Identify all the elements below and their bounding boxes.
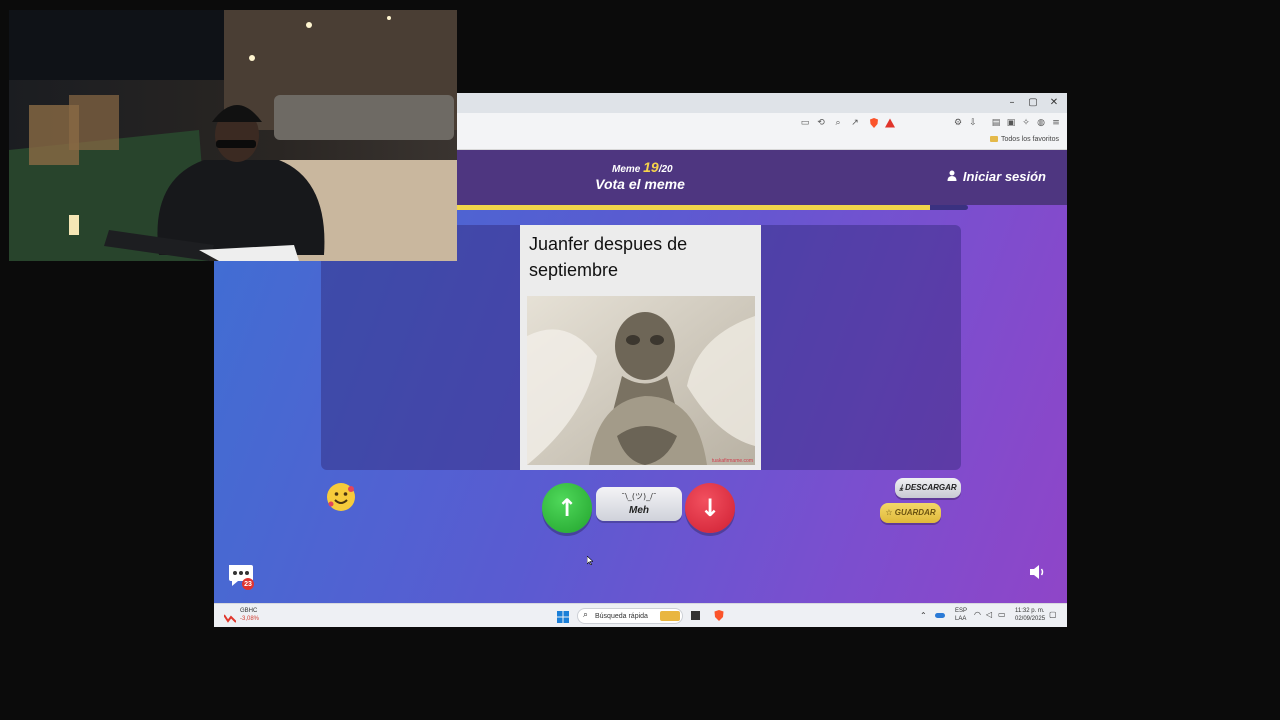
brave-taskbar-icon[interactable]: [713, 609, 725, 627]
sidebar-icon[interactable]: ▤: [990, 117, 1002, 129]
speaker-icon[interactable]: [1028, 562, 1048, 582]
meme-caption: Juanfer despues de septiembre: [529, 234, 688, 280]
meh-label: Meh: [629, 505, 649, 516]
wallet-icon[interactable]: ▣: [1005, 117, 1017, 129]
search-icon: ⌕: [583, 610, 589, 620]
webcam-overlay: [9, 10, 457, 261]
stream-frame: – ▢ ✕ ▭ ⟲ ⌕ ↗ ⚙ ⇩ ▤ ▣ ✧ ◍ ≡ Todos los fa…: [0, 0, 1280, 720]
bookmarks-folder-label: Todos los favoritos: [1001, 136, 1059, 143]
chevron-up-icon[interactable]: ⌃: [920, 612, 927, 620]
menu-icon[interactable]: ≡: [1050, 117, 1062, 129]
chat-badge: 23: [244, 581, 252, 588]
minimize-button[interactable]: –: [1001, 95, 1023, 111]
search-placeholder: Búsqueda rápida: [595, 613, 648, 620]
meh-button[interactable]: ¯\_(ツ)_/¯ Meh: [596, 487, 682, 521]
translate-icon[interactable]: ⟲: [815, 117, 827, 129]
meh-face: ¯\_(ツ)_/¯: [621, 492, 657, 501]
zoom-icon[interactable]: ⌕: [832, 117, 844, 129]
login-button[interactable]: Iniciar sesión: [947, 169, 1046, 184]
vpn-icon[interactable]: ◍: [1035, 117, 1047, 129]
meme-image: tuakafirmame.com: [527, 296, 755, 465]
maximize-button[interactable]: ▢: [1022, 95, 1044, 111]
downvote-button[interactable]: ↓: [685, 483, 735, 533]
clock-time[interactable]: 11:32 p. m.: [1015, 608, 1045, 615]
chat-button[interactable]: 23: [226, 561, 256, 591]
cast-icon[interactable]: ▭: [799, 117, 811, 129]
downloads-icon[interactable]: ⇩: [967, 117, 979, 129]
download-button[interactable]: ⤓ DESCARGAR: [895, 478, 961, 498]
share-icon[interactable]: ↗: [849, 117, 861, 129]
meme-card: Juanfer despues de septiembre tuakafirma…: [520, 225, 761, 470]
extensions-icon[interactable]: ⚙: [952, 117, 964, 129]
stock-widget-icon[interactable]: [223, 610, 237, 627]
volume-icon[interactable]: ◁: [986, 611, 992, 619]
onedrive-icon[interactable]: [935, 613, 945, 618]
folder-icon: [990, 136, 999, 143]
page-title: Vota el meme: [595, 176, 685, 192]
login-label: Iniciar sesión: [962, 169, 1046, 184]
stock-name: GBHC: [240, 608, 258, 614]
meme-watermark: tuakafirmame.com: [711, 458, 753, 464]
wifi-icon[interactable]: ◠: [974, 611, 981, 619]
webcam-scene-image: [9, 10, 457, 261]
counter-total: /20: [658, 164, 673, 175]
upvote-button[interactable]: ↑: [542, 483, 592, 533]
meme-counter: Meme 19/20: [612, 159, 673, 175]
windows-taskbar: GBHC -3,08% ⌕ Búsqueda rápida ⌃ ESP LAA …: [214, 603, 1067, 627]
download-icon: ⤓: [899, 483, 903, 492]
bookmarks-folder[interactable]: Todos los favoritos: [990, 136, 1059, 143]
close-window-button[interactable]: ✕: [1043, 95, 1065, 111]
leo-ai-icon[interactable]: ✧: [1020, 117, 1032, 129]
notifications-icon[interactable]: ▢: [1049, 611, 1057, 619]
brave-rewards-icon[interactable]: [884, 117, 896, 129]
counter-current: 19: [643, 159, 659, 175]
emoji-reaction-button[interactable]: [325, 481, 357, 513]
search-highlight-icon: [660, 611, 680, 621]
save-label: GUARDAR: [894, 508, 936, 517]
save-button[interactable]: ☆ GUARDAR: [880, 503, 941, 523]
windows-start-icon[interactable]: [557, 610, 569, 623]
clock-date: 02/09/2025: [1015, 616, 1046, 622]
download-label: DESCARGAR: [905, 483, 957, 492]
language-bottom: LAA: [955, 616, 967, 622]
arrow-up-icon: ↑: [556, 494, 578, 522]
star-icon: ☆: [885, 508, 893, 517]
arrow-down-icon: ↓: [699, 494, 721, 522]
counter-prefix: Meme: [612, 164, 641, 175]
mouse-cursor-icon: [587, 556, 593, 565]
user-icon: [947, 170, 957, 184]
brave-shield-icon[interactable]: [868, 117, 880, 129]
stock-change: -3,08%: [240, 616, 260, 622]
taskbar-search[interactable]: ⌕ Búsqueda rápida: [577, 608, 683, 624]
language-top[interactable]: ESP: [955, 608, 967, 615]
battery-icon[interactable]: ▭: [998, 611, 1006, 619]
task-view-icon[interactable]: [691, 611, 700, 620]
